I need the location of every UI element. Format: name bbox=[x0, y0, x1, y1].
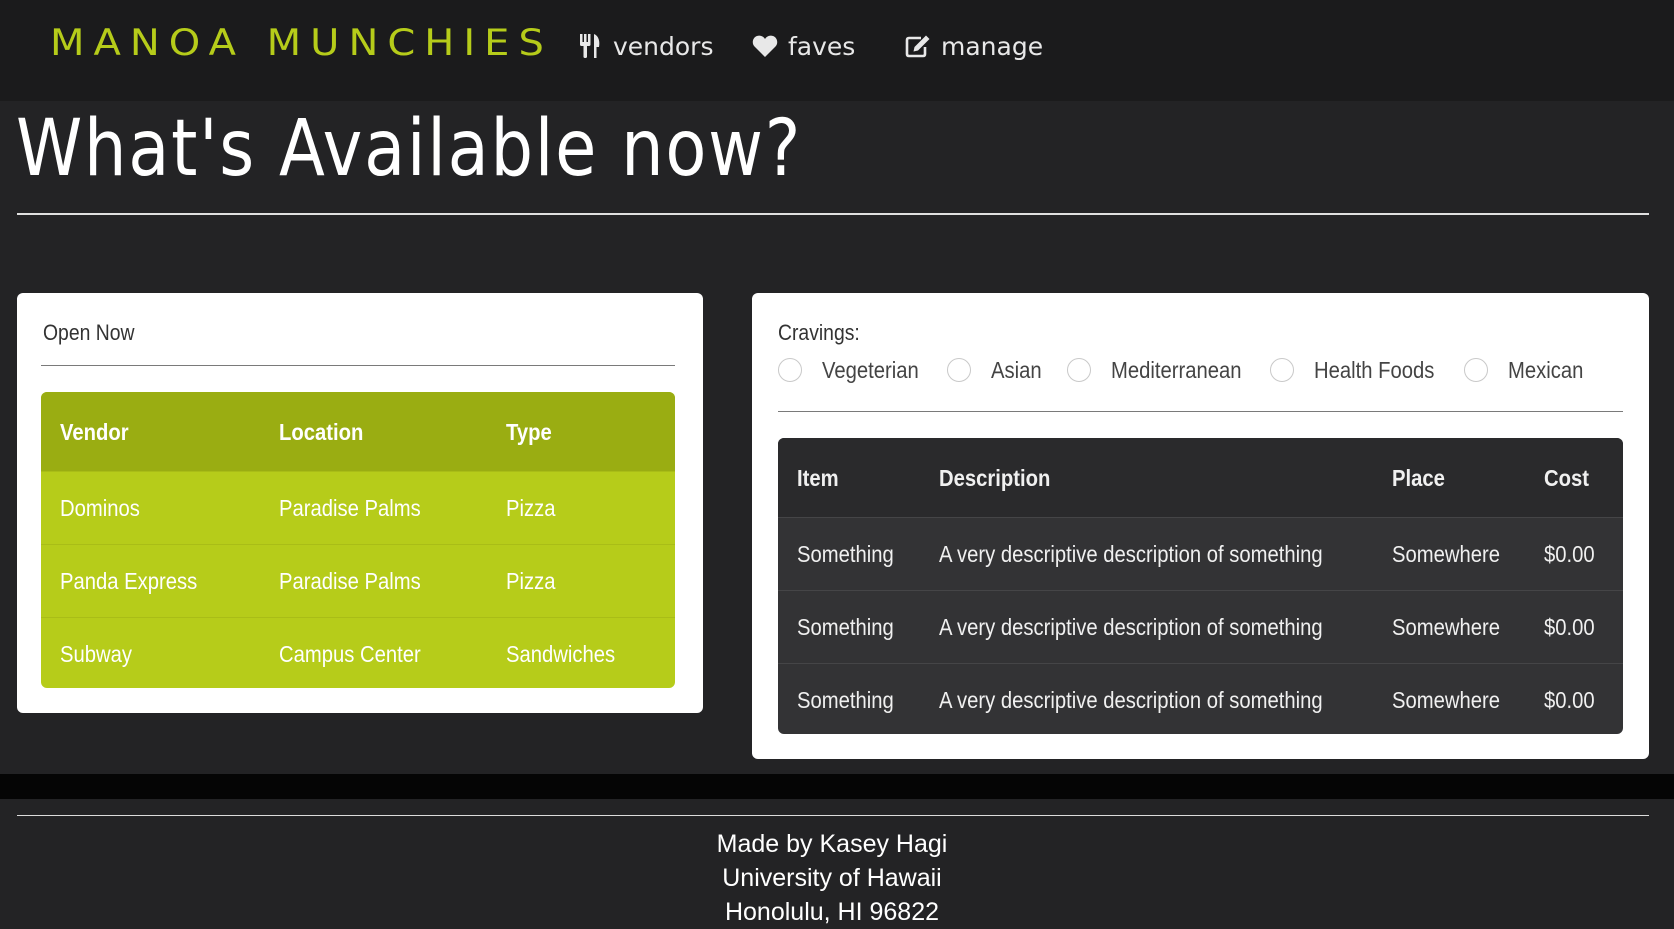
open-now-table: Vendor Location Type Dominos Paradise Pa… bbox=[41, 392, 675, 688]
radio-label: Asian bbox=[991, 356, 1042, 383]
radio-label: Mexican bbox=[1508, 356, 1584, 383]
cost-cell: $0.00 bbox=[1544, 614, 1595, 640]
location-cell: Paradise Palms bbox=[279, 568, 421, 594]
nav-manage[interactable]: manage bbox=[905, 30, 1043, 62]
column-header-cost: Cost bbox=[1544, 464, 1589, 491]
type-cell: Pizza bbox=[506, 568, 556, 594]
column-header-type: Type bbox=[506, 418, 552, 445]
nav-vendors[interactable]: vendors bbox=[577, 30, 714, 62]
cravings-divider bbox=[778, 411, 1623, 412]
place-cell: Somewhere bbox=[1392, 687, 1501, 713]
table-header: Vendor Location Type bbox=[41, 392, 675, 471]
heart-icon bbox=[752, 33, 778, 59]
title-divider bbox=[17, 213, 1649, 215]
column-header-location: Location bbox=[279, 418, 364, 445]
footer-divider bbox=[17, 815, 1649, 816]
description-cell: A very descriptive description of someth… bbox=[939, 687, 1323, 713]
place-cell: Somewhere bbox=[1392, 541, 1501, 567]
column-header-description: Description bbox=[939, 464, 1051, 491]
type-cell: Sandwiches bbox=[506, 641, 616, 667]
radio-label: Mediterranean bbox=[1111, 356, 1242, 383]
location-cell: Paradise Palms bbox=[279, 495, 421, 521]
cost-cell: $0.00 bbox=[1544, 541, 1595, 567]
nav-faves-label: faves bbox=[788, 31, 856, 61]
table-row[interactable]: Something A very descriptive description… bbox=[778, 517, 1623, 590]
menu-table: Item Description Place Cost Something A … bbox=[778, 438, 1623, 734]
description-cell: A very descriptive description of someth… bbox=[939, 614, 1323, 640]
cost-cell: $0.00 bbox=[1544, 687, 1595, 713]
item-cell: Something bbox=[797, 541, 894, 567]
radio-mexican[interactable]: Mexican bbox=[1464, 355, 1594, 385]
radio-mediterranean[interactable]: Mediterranean bbox=[1067, 355, 1259, 385]
radio-circle[interactable] bbox=[1270, 358, 1294, 382]
table-header: Item Description Place Cost bbox=[778, 438, 1623, 517]
navbar: MANOA MUNCHIES vendors faves manage bbox=[0, 0, 1674, 101]
table-row[interactable]: Panda Express Paradise Palms Pizza bbox=[41, 544, 675, 617]
nav-faves[interactable]: faves bbox=[752, 30, 855, 62]
type-cell: Pizza bbox=[506, 495, 556, 521]
brand-logo[interactable]: MANOA MUNCHIES bbox=[50, 22, 553, 64]
footer-band bbox=[0, 774, 1674, 799]
open-now-card: Open Now Vendor Location Type Dominos Pa… bbox=[17, 293, 703, 713]
radio-circle[interactable] bbox=[1067, 358, 1091, 382]
nav-manage-label: manage bbox=[941, 31, 1044, 61]
radio-label: Health Foods bbox=[1314, 356, 1435, 383]
vendor-cell: Panda Express bbox=[60, 568, 198, 594]
radio-circle[interactable] bbox=[1464, 358, 1488, 382]
radio-circle[interactable] bbox=[778, 358, 802, 382]
open-now-divider bbox=[41, 365, 675, 366]
place-cell: Somewhere bbox=[1392, 614, 1501, 640]
vendor-cell: Dominos bbox=[60, 495, 140, 521]
utensils-icon bbox=[577, 33, 603, 59]
table-row[interactable]: Dominos Paradise Palms Pizza bbox=[41, 471, 675, 544]
edit-icon bbox=[905, 33, 931, 59]
radio-vegeterian[interactable]: Vegeterian bbox=[778, 355, 932, 385]
footer-university: University of Hawaii bbox=[722, 864, 942, 892]
column-header-place: Place bbox=[1392, 464, 1445, 491]
radio-asian[interactable]: Asian bbox=[947, 355, 1049, 385]
vendor-cell: Subway bbox=[60, 641, 133, 667]
cravings-heading: Cravings: bbox=[778, 320, 860, 345]
table-row[interactable]: Something A very descriptive description… bbox=[778, 590, 1623, 663]
location-cell: Campus Center bbox=[279, 641, 421, 667]
description-cell: A very descriptive description of someth… bbox=[939, 541, 1323, 567]
table-row[interactable]: Something A very descriptive description… bbox=[778, 663, 1623, 734]
column-header-vendor: Vendor bbox=[60, 418, 129, 445]
open-now-heading: Open Now bbox=[43, 320, 135, 345]
column-header-item: Item bbox=[797, 464, 839, 491]
radio-label: Vegeterian bbox=[822, 356, 919, 383]
radio-health-foods[interactable]: Health Foods bbox=[1270, 355, 1451, 385]
nav-vendors-label: vendors bbox=[613, 31, 714, 61]
table-row[interactable]: Subway Campus Center Sandwiches bbox=[41, 617, 675, 688]
footer-author: Made by Kasey Hagi bbox=[716, 830, 948, 858]
item-cell: Something bbox=[797, 614, 894, 640]
cravings-card: Cravings: Vegeterian Asian Mediterranean… bbox=[752, 293, 1649, 759]
footer-address: Honolulu, HI 96822 bbox=[724, 898, 940, 926]
page-title: What's Available now? bbox=[16, 104, 803, 194]
item-cell: Something bbox=[797, 687, 894, 713]
radio-circle[interactable] bbox=[947, 358, 971, 382]
